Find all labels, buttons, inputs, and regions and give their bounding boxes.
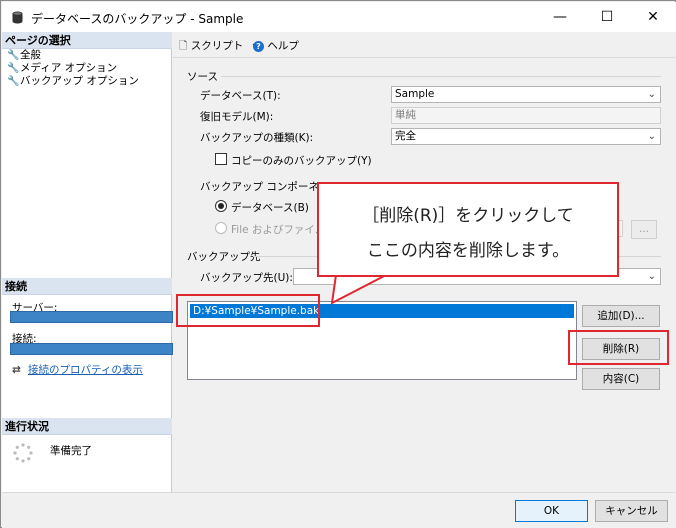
source-divider: [221, 76, 661, 77]
title-bar: データベースのバックアップ - Sample — ☐ ✕: [2, 2, 676, 32]
page-item-general[interactable]: 🔧全般: [7, 49, 41, 62]
connection-properties-link[interactable]: 接続のプロパティの表示: [28, 364, 143, 376]
spinner-icon: [13, 443, 33, 463]
file-browse-button[interactable]: ...: [631, 220, 657, 239]
page-item-media-options[interactable]: 🔧メディア オプション: [7, 62, 117, 75]
minimize-button[interactable]: —: [537, 2, 583, 32]
recovery-model-label: 復旧モデル(M):: [200, 111, 274, 123]
wrench-icon: 🔧: [7, 50, 20, 61]
backup-to-label: バックアップ先(U):: [200, 272, 293, 284]
chevron-down-icon: ⌄: [647, 89, 656, 100]
server-value: [10, 311, 173, 323]
recovery-model-field: 単純: [391, 107, 661, 124]
component-database-radio[interactable]: [215, 200, 227, 212]
progress-status: 準備完了: [50, 445, 92, 457]
database-label: データベース(T):: [200, 90, 281, 102]
wrench-icon: 🔧: [7, 76, 20, 87]
connection-icon: ⇄: [12, 364, 21, 376]
add-button[interactable]: 追加(D)...: [582, 305, 660, 327]
backup-dialog: データベースのバックアップ - Sample — ☐ ✕ ページの選択 🔧全般 …: [0, 0, 676, 528]
backup-type-label: バックアップの種類(K):: [200, 132, 314, 144]
connection-properties-row: ⇄ 接続のプロパティの表示: [12, 362, 143, 377]
component-database-label: データベース(B): [231, 202, 309, 214]
destination-group-title: バックアップ先: [187, 251, 261, 263]
instruction-callout: ［削除(R)］をクリックして ここの内容を削除します。: [317, 182, 619, 277]
help-button[interactable]: ? ヘルプ: [253, 38, 299, 53]
connection-value: [10, 343, 173, 355]
source-group-title: ソース: [187, 71, 218, 83]
window-title: データベースのバックアップ - Sample: [31, 12, 244, 26]
path-highlight-box: [176, 294, 320, 327]
script-button[interactable]: 🗋 スクリプト ▼: [179, 38, 259, 56]
toolbar: 🗋 スクリプト ▼ ? ヘルプ: [173, 32, 676, 58]
backup-type-select[interactable]: 完全 ⌄: [391, 128, 661, 145]
callout-line-2: ここの内容を削除します。: [366, 241, 570, 261]
connection-header: 接続: [2, 278, 172, 295]
maximize-button[interactable]: ☐: [584, 2, 630, 32]
database-select[interactable]: Sample ⌄: [391, 86, 661, 103]
close-button[interactable]: ✕: [630, 2, 676, 32]
wrench-icon: 🔧: [7, 63, 20, 74]
cancel-button[interactable]: キャンセル: [595, 500, 668, 522]
left-pane: ページの選択 🔧全般 🔧メディア オプション 🔧バックアップ オプション 接続 …: [2, 32, 173, 492]
dialog-footer: OK キャンセル: [2, 492, 676, 528]
remove-highlight-box: [568, 330, 669, 365]
copy-only-checkbox[interactable]: [215, 153, 227, 165]
page-item-backup-options[interactable]: 🔧バックアップ オプション: [7, 75, 139, 88]
database-icon: [12, 11, 23, 24]
contents-button[interactable]: 内容(C): [582, 368, 660, 390]
help-icon: ?: [253, 41, 264, 52]
script-icon: 🗋: [179, 40, 188, 52]
progress-header: 進行状況: [2, 418, 172, 435]
select-page-header: ページの選択: [2, 32, 172, 49]
chevron-down-icon: ⌄: [647, 271, 656, 282]
ok-button[interactable]: OK: [515, 500, 588, 522]
callout-line-1: ［削除(R)］をクリックして: [362, 206, 574, 226]
copy-only-label: コピーのみのバックアップ(Y): [231, 155, 372, 167]
chevron-down-icon: ⌄: [647, 131, 656, 142]
component-file-radio[interactable]: [215, 222, 227, 234]
